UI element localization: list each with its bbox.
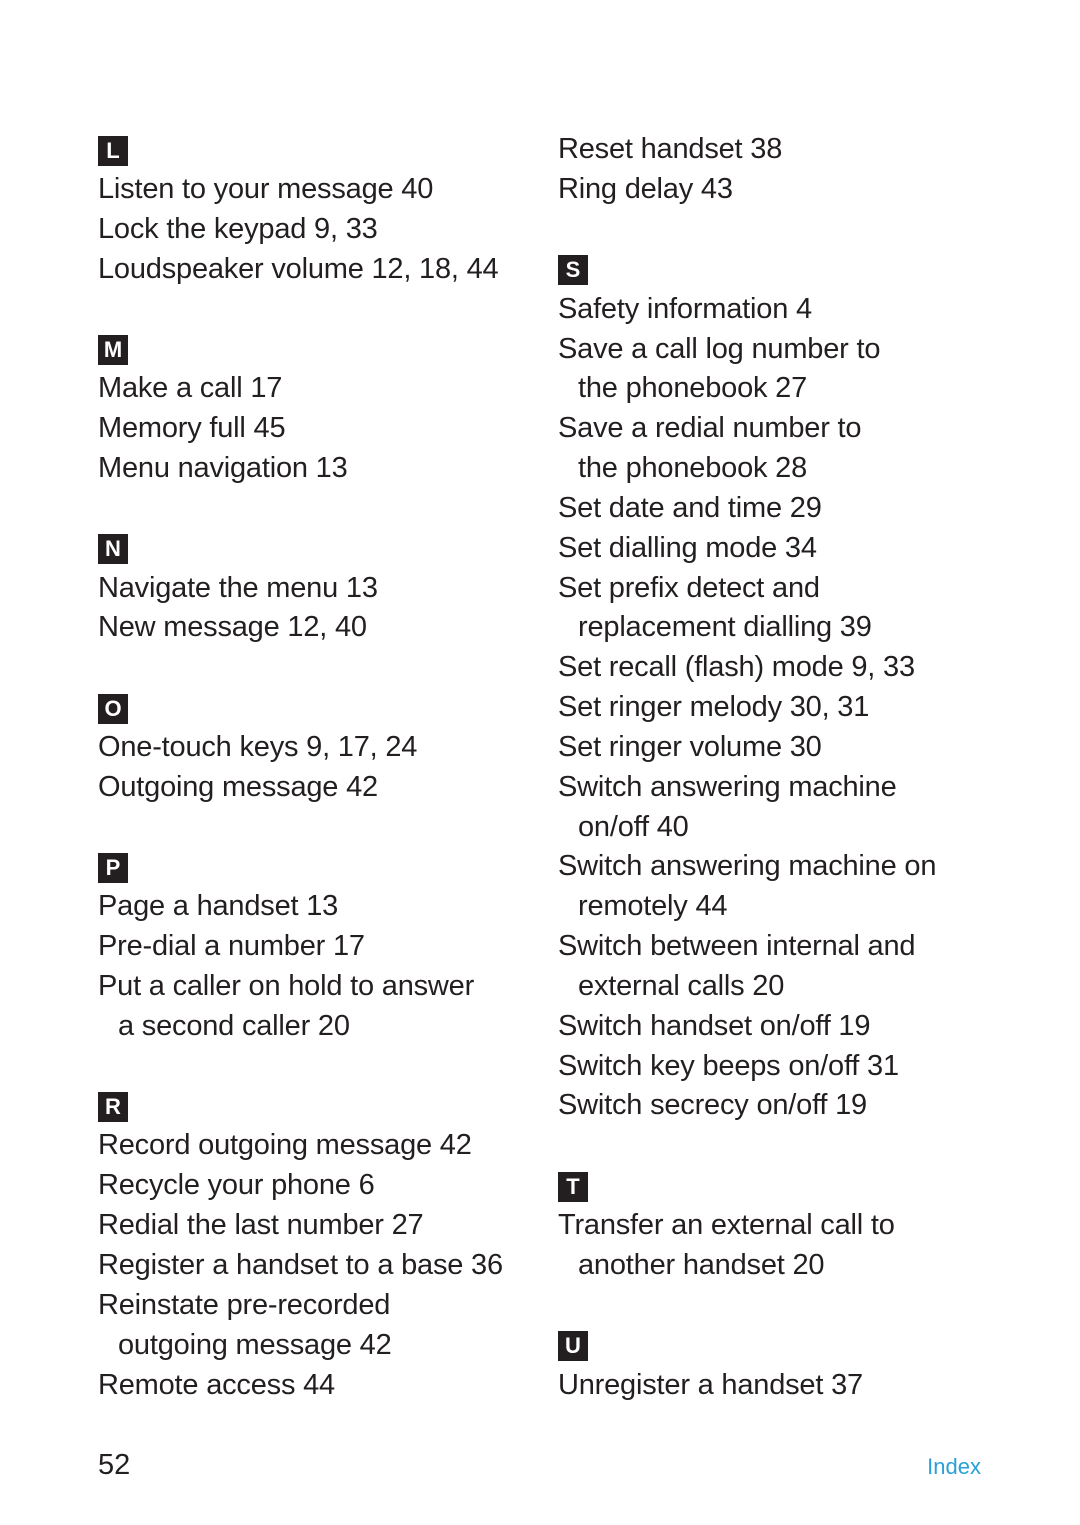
index-entry-continuation: external calls 20: [578, 970, 785, 1002]
index-entry-continuation: replacement dialling 39: [578, 611, 872, 643]
index-entry: Set dialling mode 34: [558, 532, 817, 564]
index-entry: Set recall (flash) mode 9, 33: [558, 651, 915, 683]
index-entry: Register a handset to a base 36: [98, 1249, 503, 1281]
index-entry: Switch secrecy on/off 19: [558, 1089, 867, 1121]
index-entry: Ring delay 43: [558, 173, 733, 205]
index-entry: Loudspeaker volume 12, 18, 44: [98, 253, 499, 285]
index-entry: Redial the last number 27: [98, 1209, 424, 1241]
index-entry: Reset handset 38: [558, 133, 783, 165]
index-entry-continuation: the phonebook 28: [578, 452, 808, 484]
index-entry: Switch key beeps on/off 31: [558, 1050, 899, 1082]
index-entry: Transfer an external call to: [558, 1209, 895, 1241]
page-number: 52: [98, 1449, 131, 1481]
letter-heading-m: M: [98, 335, 128, 365]
index-entry: Outgoing message 42: [98, 771, 378, 803]
index-entry: Safety information 4: [558, 293, 812, 325]
index-entry: Switch handset on/off 19: [558, 1010, 871, 1042]
index-entry: Listen to your message 40: [98, 173, 434, 205]
index-entry: Switch answering machine on: [558, 850, 937, 882]
index-entry: Set ringer melody 30, 31: [558, 691, 870, 723]
index-entry: Unregister a handset 37: [558, 1369, 863, 1401]
letter-heading-r: R: [98, 1092, 128, 1122]
index-entry: Navigate the menu 13: [98, 572, 378, 604]
index-entry-continuation: outgoing message 42: [118, 1329, 392, 1361]
index-entry: Pre-dial a number 17: [98, 930, 365, 962]
index-entry: One-touch keys 9, 17, 24: [98, 731, 418, 763]
section-label: Index: [927, 1454, 981, 1479]
index-entry: Switch between internal and: [558, 930, 916, 962]
index-entry: Save a call log number to: [558, 333, 881, 365]
index-entry: Switch answering machine: [558, 771, 897, 803]
index-entry-continuation: another handset 20: [578, 1249, 825, 1281]
index-entry: Menu navigation 13: [98, 452, 348, 484]
letter-heading-n: N: [98, 534, 128, 564]
index-entry: Lock the keypad 9, 33: [98, 213, 378, 245]
index-entry: Set ringer volume 30: [558, 731, 822, 763]
index-entry: Memory full 45: [98, 412, 286, 444]
index-entry-continuation: a second caller 20: [118, 1010, 350, 1042]
letter-heading-u: U: [558, 1331, 588, 1361]
index-entry: Remote access 44: [98, 1369, 335, 1401]
index-entry: Set prefix detect and: [558, 572, 820, 604]
letter-heading-o: O: [98, 694, 128, 724]
index-entry: Recycle your phone 6: [98, 1169, 375, 1201]
index-entry: Save a redial number to: [558, 412, 862, 444]
letter-heading-p: P: [98, 853, 128, 883]
index-entry-continuation: on/off 40: [578, 811, 689, 843]
index-entry: Make a call 17: [98, 372, 283, 404]
index-entry: New message 12, 40: [98, 611, 367, 643]
index-entry-continuation: remotely 44: [578, 890, 728, 922]
letter-heading-t: T: [558, 1172, 588, 1202]
index-entry-continuation: the phonebook 27: [578, 372, 808, 404]
index-entry: Set date and time 29: [558, 492, 822, 524]
index-entry: Put a caller on hold to answer: [98, 970, 475, 1002]
index-entry: Page a handset 13: [98, 890, 339, 922]
letter-heading-l: L: [98, 136, 128, 166]
letter-heading-s: S: [558, 255, 588, 285]
index-entry: Record outgoing message 42: [98, 1129, 472, 1161]
index-entry: Reinstate pre-recorded: [98, 1289, 391, 1321]
